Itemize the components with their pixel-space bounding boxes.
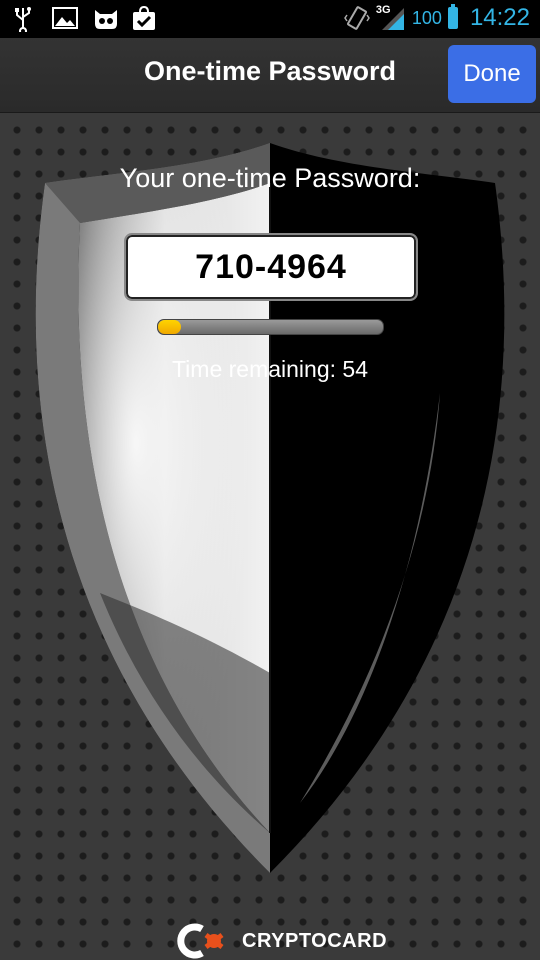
battery-icon xyxy=(447,4,458,29)
signal-3g-icon: 3G xyxy=(376,4,406,32)
checklist-icon xyxy=(132,5,158,32)
action-bar: One-time Password Done xyxy=(0,38,540,113)
otp-panel: Your one-time Password: 710-4964 Time re… xyxy=(0,113,540,960)
image-icon xyxy=(52,6,78,32)
usb-icon xyxy=(12,6,38,35)
brand-name: CRYPTOCARD xyxy=(242,929,388,952)
battery-level: 100 xyxy=(411,7,442,28)
vibrate-icon xyxy=(343,5,370,31)
otp-code: 710-4964 xyxy=(195,247,347,286)
status-bar: 3G 100 14:22 xyxy=(0,0,540,38)
otp-code-field: 710-4964 xyxy=(124,233,418,301)
otp-label: Your one-time Password: xyxy=(119,163,421,193)
cryptocard-logo-icon xyxy=(177,923,224,959)
cyanogen-icon xyxy=(92,6,118,32)
done-button[interactable]: Done xyxy=(448,45,536,103)
time-remaining-text: Time remaining: 54 xyxy=(171,356,368,382)
time-progress-fill xyxy=(158,320,181,334)
clock: 14:22 xyxy=(469,4,530,31)
time-progress-bar xyxy=(157,319,384,335)
brand-logo: CRYPTOCARD xyxy=(172,923,387,959)
